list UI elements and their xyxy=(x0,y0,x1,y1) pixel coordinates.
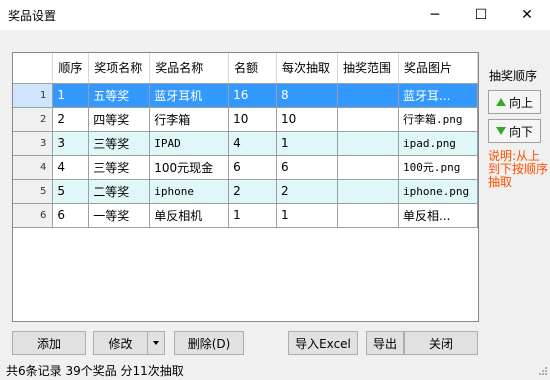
order-note: 说明:从上到下按顺序抽取 xyxy=(488,149,549,189)
table-row[interactable]: 1 1 五等奖 蓝牙耳机 16 8 蓝牙耳... xyxy=(13,83,478,108)
cell-level[interactable]: 二等奖 xyxy=(88,179,151,204)
column-header-order[interactable]: 顺序 xyxy=(52,53,90,84)
column-header-quota[interactable]: 名额 xyxy=(228,53,278,84)
cell-per-draw[interactable]: 6 xyxy=(276,155,338,180)
cell-image[interactable]: iphone.png xyxy=(398,179,478,204)
cell-per-draw[interactable]: 1 xyxy=(276,131,338,156)
move-up-button[interactable]: 向上 xyxy=(488,90,541,114)
cell-image[interactable]: ipad.png xyxy=(398,131,478,156)
row-number[interactable]: 5 xyxy=(13,179,54,204)
cell-prize[interactable]: 行李箱 xyxy=(149,107,230,132)
column-header-prize[interactable]: 奖品名称 xyxy=(149,53,230,84)
edit-button[interactable]: 修改 xyxy=(93,331,148,355)
cell-level[interactable]: 五等奖 xyxy=(88,83,151,108)
delete-button[interactable]: 删除(D) xyxy=(174,331,244,355)
chevron-down-icon xyxy=(153,341,159,345)
edit-dropdown-button[interactable] xyxy=(147,331,165,355)
row-header-corner xyxy=(13,53,54,84)
grid-header-row: 顺序 奖项名称 奖品名称 名额 每次抽取 抽奖范围 奖品图片 xyxy=(13,53,478,84)
cell-prize[interactable]: 100元现金 xyxy=(149,155,230,180)
table-row[interactable]: 4 4 三等奖 100元现金 6 6 100元.png xyxy=(13,155,478,180)
cell-prize[interactable]: iphone xyxy=(149,179,230,204)
status-bar-text: 共6条记录 39个奖品 分11次抽取 xyxy=(6,364,184,378)
cell-quota[interactable]: 2 xyxy=(228,179,278,204)
maximize-button[interactable]: ☐ xyxy=(458,0,504,30)
table-row[interactable]: 6 6 一等奖 单反相机 1 1 单反相... xyxy=(13,203,478,228)
row-number[interactable]: 3 xyxy=(13,131,54,156)
cell-prize[interactable]: IPAD xyxy=(149,131,230,156)
column-header-range[interactable]: 抽奖范围 xyxy=(337,53,399,84)
cell-level[interactable]: 四等奖 xyxy=(88,107,151,132)
prize-grid[interactable]: 顺序 奖项名称 奖品名称 名额 每次抽取 抽奖范围 奖品图片 1 1 五等奖 蓝… xyxy=(12,52,479,322)
row-number[interactable]: 4 xyxy=(13,155,54,180)
cell-range[interactable] xyxy=(337,155,399,180)
cell-image[interactable]: 行李箱.png xyxy=(398,107,478,132)
cell-per-draw[interactable]: 10 xyxy=(276,107,338,132)
move-down-button[interactable]: 向下 xyxy=(488,119,541,143)
row-number[interactable]: 2 xyxy=(13,107,54,132)
export-button[interactable]: 导出 xyxy=(366,331,404,355)
row-number[interactable]: 6 xyxy=(13,203,54,228)
title-bar: 奖品设置 ─ ☐ ✕ xyxy=(0,0,550,30)
cell-quota[interactable]: 10 xyxy=(228,107,278,132)
window-title: 奖品设置 xyxy=(8,9,57,23)
cell-quota[interactable]: 16 xyxy=(228,83,278,108)
cell-per-draw[interactable]: 1 xyxy=(276,203,338,228)
column-header-image[interactable]: 奖品图片 xyxy=(398,53,478,84)
table-row[interactable]: 5 5 二等奖 iphone 2 2 iphone.png xyxy=(13,179,478,204)
move-down-label: 向下 xyxy=(508,124,533,139)
import-excel-button[interactable]: 导入Excel xyxy=(288,331,358,355)
cell-prize[interactable]: 蓝牙耳机 xyxy=(149,83,230,108)
cell-order[interactable]: 6 xyxy=(52,203,90,228)
column-header-level[interactable]: 奖项名称 xyxy=(88,53,151,84)
column-header-per-draw[interactable]: 每次抽取 xyxy=(276,53,338,84)
close-button[interactable]: 关闭 xyxy=(404,331,478,355)
add-button[interactable]: 添加 xyxy=(12,331,86,355)
cell-range[interactable] xyxy=(337,203,399,228)
cell-image[interactable]: 单反相... xyxy=(398,203,478,228)
cell-image[interactable]: 蓝牙耳... xyxy=(398,83,478,108)
table-row[interactable]: 3 3 三等奖 IPAD 4 1 ipad.png xyxy=(13,131,478,156)
move-up-label: 向上 xyxy=(508,95,533,110)
row-number[interactable]: 1 xyxy=(13,83,54,108)
close-window-button[interactable]: ✕ xyxy=(504,0,550,30)
draw-order-title: 抽奖顺序 xyxy=(489,69,538,83)
cell-image[interactable]: 100元.png xyxy=(398,155,478,180)
resize-grip-icon[interactable] xyxy=(536,366,548,378)
cell-order[interactable]: 1 xyxy=(52,83,90,108)
table-row[interactable]: 2 2 四等奖 行李箱 10 10 行李箱.png xyxy=(13,107,478,132)
cell-quota[interactable]: 6 xyxy=(228,155,278,180)
cell-range[interactable] xyxy=(337,179,399,204)
cell-per-draw[interactable]: 2 xyxy=(276,179,338,204)
cell-per-draw[interactable]: 8 xyxy=(276,83,338,108)
cell-quota[interactable]: 1 xyxy=(228,203,278,228)
minimize-button[interactable]: ─ xyxy=(412,0,458,30)
cell-range[interactable] xyxy=(337,131,399,156)
cell-range[interactable] xyxy=(337,83,399,108)
cell-order[interactable]: 3 xyxy=(52,131,90,156)
cell-range[interactable] xyxy=(337,107,399,132)
cell-prize[interactable]: 单反相机 xyxy=(149,203,230,228)
cell-level[interactable]: 三等奖 xyxy=(88,131,151,156)
arrow-down-icon xyxy=(495,127,506,135)
cell-level[interactable]: 三等奖 xyxy=(88,155,151,180)
cell-order[interactable]: 2 xyxy=(52,107,90,132)
cell-level[interactable]: 一等奖 xyxy=(88,203,151,228)
cell-quota[interactable]: 4 xyxy=(228,131,278,156)
arrow-up-icon xyxy=(495,98,506,106)
cell-order[interactable]: 4 xyxy=(52,155,90,180)
cell-order[interactable]: 5 xyxy=(52,179,90,204)
